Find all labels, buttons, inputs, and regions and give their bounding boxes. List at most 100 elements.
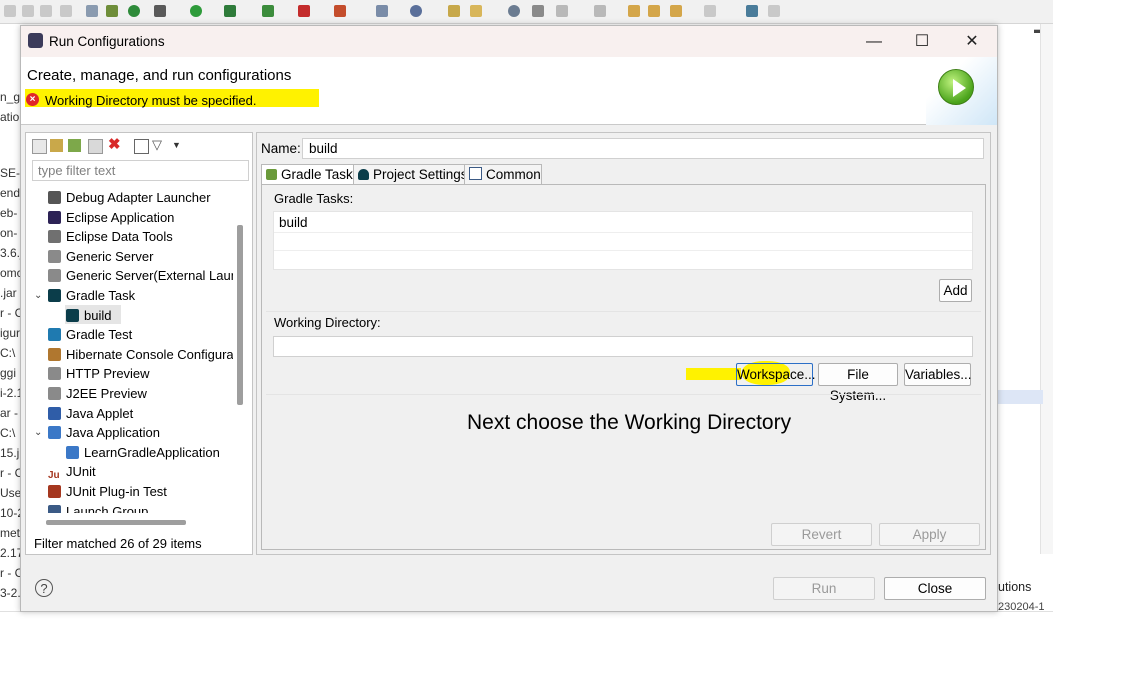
scroll-thumb[interactable] (237, 225, 243, 405)
open-perspective-icon[interactable] (746, 5, 758, 17)
profile-icon[interactable] (262, 5, 274, 17)
task-item[interactable]: build (279, 215, 308, 230)
working-directory-input[interactable] (273, 336, 973, 357)
filter-input[interactable]: type filter text (32, 160, 249, 181)
tree-item-label: LearnGradleApplication (84, 444, 220, 460)
new-config-icon[interactable] (32, 139, 47, 154)
help-icon[interactable]: ? (35, 579, 53, 597)
search-icon[interactable] (470, 5, 482, 17)
annotation-icon[interactable] (532, 5, 544, 17)
tree-item-hibernate-console-configura[interactable]: Hibernate Console Configura (48, 345, 233, 364)
tree-item-j2ee-preview[interactable]: J2EE Preview (48, 384, 147, 403)
tree-item-http-preview[interactable]: HTTP Preview (48, 364, 150, 383)
export-icon[interactable] (68, 139, 81, 152)
gradle-tasks-list[interactable]: build (273, 211, 973, 270)
nav-forward-icon[interactable] (704, 5, 716, 17)
tree-item-label: Launch Group (66, 503, 149, 513)
explorer-fragment: igur (0, 326, 20, 340)
configuration-tree: Debug Adapter Launcher Eclipse Applicatio… (28, 185, 233, 513)
new-prototype-icon[interactable] (50, 139, 63, 152)
tree-item-java-application[interactable]: ⌄ Java Application (34, 423, 160, 442)
tab-common[interactable]: Common (464, 164, 542, 184)
external-tools-icon[interactable] (334, 5, 346, 17)
new-package-icon[interactable] (376, 5, 388, 17)
file-system-button[interactable]: File System... (818, 363, 898, 403)
undo-icon[interactable] (4, 5, 16, 17)
tree-item-junit[interactable]: Ju JUnit (48, 462, 96, 481)
configuration-editor: Name: build Gradle Tasks Project Setting… (256, 132, 991, 555)
server-start-icon[interactable] (128, 5, 140, 17)
tree-item-label: build (84, 307, 112, 323)
revert-button[interactable]: Revert (771, 523, 872, 546)
filter-status: Filter matched 26 of 29 items (34, 536, 202, 551)
collapse-all-icon[interactable] (134, 139, 149, 154)
add-task-button[interactable]: Add (939, 279, 972, 302)
explorer-fragment: on- (0, 226, 18, 240)
workspace-button[interactable]: Workspace... (736, 363, 816, 386)
apply-button[interactable]: Apply (879, 523, 980, 546)
redo-icon[interactable] (22, 5, 34, 17)
separator (266, 394, 981, 395)
tree-item-generic-server-external-laun[interactable]: Generic Server(External Laun (48, 266, 233, 285)
coverage-icon[interactable] (224, 5, 236, 17)
debug-adapter-icon (48, 191, 61, 204)
forward-icon[interactable] (60, 5, 72, 17)
tree-item-gradle-test[interactable]: Gradle Test (48, 325, 132, 344)
stop-icon[interactable] (298, 5, 310, 17)
tree-item-build[interactable]: build (66, 306, 111, 325)
open-type-icon[interactable] (448, 5, 460, 17)
name-label: Name: (261, 141, 301, 156)
debug-icon[interactable] (154, 5, 166, 17)
explorer-fragment: i-2.1 (0, 386, 20, 400)
tree-item-launch-group[interactable]: Launch Group (48, 502, 148, 513)
tree-item-debug-adapter-launcher[interactable]: Debug Adapter Launcher (48, 188, 211, 207)
maximize-button[interactable]: ☐ (899, 26, 945, 57)
tree-item-eclipse-application[interactable]: Eclipse Application (48, 208, 174, 227)
name-input[interactable]: build (302, 138, 984, 159)
pin-icon[interactable] (768, 5, 780, 17)
duplicate-icon[interactable] (88, 139, 103, 154)
close-button[interactable]: Close (884, 577, 986, 600)
tree-scrollbar[interactable] (237, 185, 243, 513)
tab-gradle-tasks[interactable]: Gradle Tasks (261, 164, 360, 185)
tree-item-learngradleapplication[interactable]: LearnGradleApplication (66, 443, 220, 462)
variables-button[interactable]: Variables... (904, 363, 972, 386)
new-class-icon[interactable] (410, 5, 422, 17)
run-button[interactable]: Run (773, 577, 875, 600)
tree-item-gradle-task[interactable]: ⌄ Gradle Task (34, 286, 135, 305)
app-icon (28, 33, 43, 48)
editor-scrollbar[interactable] (1040, 24, 1053, 554)
chevron-down-icon[interactable]: ▼ (172, 139, 185, 152)
dialog-header: Create, manage, and run configurations ×… (21, 57, 997, 125)
filter-icon[interactable]: ▽ (152, 138, 165, 152)
java-app-icon (66, 445, 79, 459)
prev-annotation-icon[interactable] (594, 5, 606, 17)
workspace-highlight-mark (686, 368, 741, 380)
tree-item-junit-plug-in-test[interactable]: JUnit Plug-in Test (48, 482, 167, 501)
run-icon[interactable] (190, 5, 202, 17)
horizontal-scroll-thumb[interactable] (46, 520, 186, 525)
outline-icon[interactable] (86, 5, 98, 17)
tools-icon[interactable] (106, 5, 118, 17)
close-window-button[interactable]: ✕ (949, 26, 995, 57)
explorer-fragment: ar - (0, 406, 18, 420)
expand-chevron-icon[interactable]: ⌄ (34, 423, 42, 442)
expand-chevron-icon[interactable]: ⌄ (34, 286, 42, 305)
server-icon (48, 269, 61, 283)
tree-item-java-applet[interactable]: Java Applet (48, 404, 133, 423)
tree-item-generic-server[interactable]: Generic Server (48, 247, 153, 266)
nav-back-icon[interactable] (648, 5, 660, 17)
nav-back-history-icon[interactable] (670, 5, 682, 17)
minimize-button[interactable]: — (851, 26, 897, 57)
tree-item-eclipse-data-tools[interactable]: Eclipse Data Tools (48, 227, 173, 246)
delete-icon[interactable]: ✖ (108, 137, 121, 152)
back-icon[interactable] (40, 5, 52, 17)
explorer-fragment: end (0, 186, 20, 200)
last-edit-icon[interactable] (628, 5, 640, 17)
globe-icon[interactable] (508, 5, 520, 17)
row-divider (274, 250, 972, 251)
run-configurations-dialog: Run Configurations — ☐ ✕ Create, manage,… (20, 25, 998, 612)
explorer-fragment: C:\ (0, 426, 16, 440)
next-annotation-icon[interactable] (556, 5, 568, 17)
tab-project-settings[interactable]: Project Settings (353, 164, 468, 184)
